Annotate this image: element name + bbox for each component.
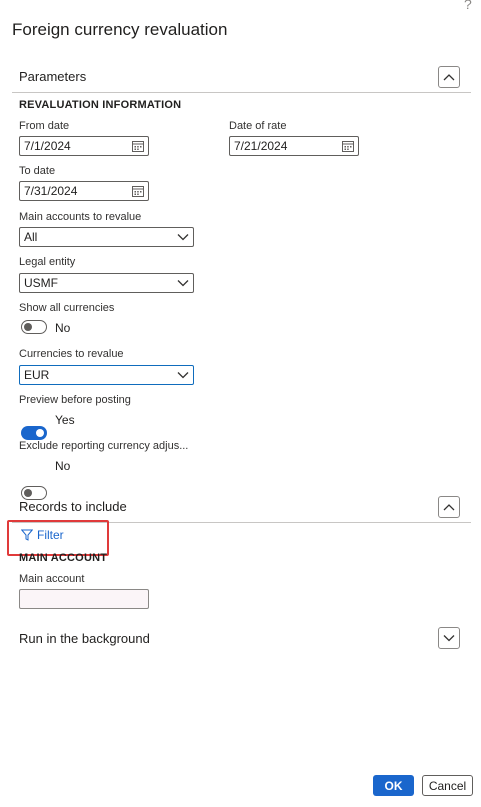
show-all-currencies-toggle[interactable] — [21, 320, 47, 334]
to-date-field[interactable]: 7/31/2024 — [19, 181, 149, 201]
preview-before-posting-state: Yes — [55, 413, 75, 427]
parameters-section-header[interactable]: Parameters — [19, 69, 86, 84]
show-all-currencies-state: No — [55, 321, 71, 335]
calendar-icon[interactable] — [132, 140, 144, 152]
chevron-up-icon — [443, 74, 455, 81]
run-in-background-header[interactable]: Run in the background — [19, 631, 150, 646]
date-of-rate-value: 7/21/2024 — [234, 139, 288, 153]
ok-button[interactable]: OK — [373, 775, 414, 796]
preview-before-posting-toggle[interactable] — [21, 426, 47, 440]
legal-entity-value: USMF — [24, 276, 58, 290]
chevron-down-icon — [177, 280, 189, 287]
exclude-reporting-label: Exclude reporting currency adjus... — [19, 440, 189, 452]
parameters-divider — [12, 92, 471, 93]
from-date-field[interactable]: 7/1/2024 — [19, 136, 149, 156]
currencies-to-revalue-value: EUR — [24, 368, 50, 382]
main-accounts-value: All — [24, 230, 38, 244]
main-account-input[interactable] — [19, 589, 149, 609]
preview-before-posting-label: Preview before posting — [19, 394, 131, 406]
legal-entity-select[interactable]: USMF — [19, 273, 194, 293]
chevron-up-icon — [443, 504, 455, 511]
show-all-currencies-label: Show all currencies — [19, 302, 115, 314]
parameters-collapse-button[interactable] — [438, 66, 460, 88]
help-icon[interactable]: ? — [464, 0, 472, 12]
from-date-value: 7/1/2024 — [24, 139, 71, 153]
main-account-heading: MAIN ACCOUNT — [19, 552, 108, 564]
cancel-button[interactable]: Cancel — [422, 775, 473, 796]
chevron-down-icon — [177, 234, 189, 241]
date-of-rate-label: Date of rate — [229, 120, 287, 132]
revaluation-information-heading: REVALUATION INFORMATION — [19, 99, 182, 111]
dialog-title: Foreign currency revaluation — [12, 20, 228, 39]
chevron-down-icon — [443, 635, 455, 642]
date-of-rate-field[interactable]: 7/21/2024 — [229, 136, 359, 156]
run-in-background-expand-button[interactable] — [438, 627, 460, 649]
from-date-label: From date — [19, 120, 70, 132]
main-accounts-label: Main accounts to revalue — [19, 211, 142, 223]
legal-entity-label: Legal entity — [19, 256, 76, 268]
currencies-to-revalue-label: Currencies to revalue — [19, 348, 124, 360]
exclude-reporting-toggle[interactable] — [21, 486, 47, 500]
calendar-icon[interactable] — [342, 140, 354, 152]
records-section-header[interactable]: Records to include — [19, 499, 127, 514]
to-date-label: To date — [19, 165, 56, 177]
main-accounts-select[interactable]: All — [19, 227, 194, 247]
calendar-icon[interactable] — [132, 185, 144, 197]
chevron-down-icon — [177, 372, 189, 379]
filter-highlight-box — [7, 520, 109, 556]
records-collapse-button[interactable] — [438, 496, 460, 518]
currencies-to-revalue-select[interactable]: EUR — [19, 365, 194, 385]
main-account-label: Main account — [19, 573, 85, 585]
to-date-value: 7/31/2024 — [24, 184, 78, 198]
exclude-reporting-state: No — [55, 459, 71, 473]
